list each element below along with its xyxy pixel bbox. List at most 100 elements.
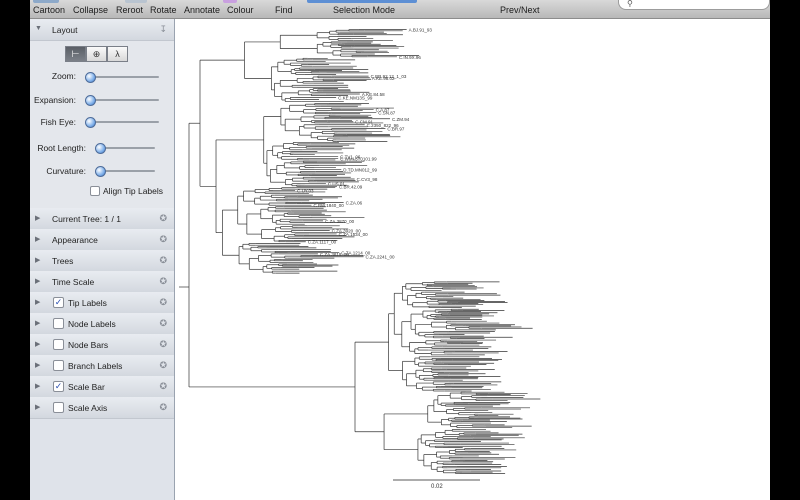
panel-label: Trees bbox=[52, 256, 74, 266]
branch-labels-panel[interactable]: ▶ Branch Labels ✪ bbox=[30, 355, 174, 377]
tip-label[interactable]: C.CV3_98 bbox=[357, 177, 378, 182]
annotate-button[interactable]: Annotate bbox=[184, 5, 220, 15]
selection-mode-segment[interactable] bbox=[307, 0, 417, 3]
tip-label[interactable]: C.WMI.5T0101.99 bbox=[340, 157, 377, 162]
app-window: Cartoon Collapse Reroot Rotate Annotate … bbox=[0, 0, 800, 500]
reroot-button[interactable]: Reroot bbox=[116, 5, 143, 15]
tip-label[interactable]: C.ZA.1534_00 bbox=[339, 232, 369, 237]
slider-knob[interactable] bbox=[85, 95, 96, 106]
layout-panel-header[interactable]: ▼ Layout ↧ bbox=[30, 19, 174, 41]
pin-icon[interactable]: ✪ bbox=[159, 234, 167, 245]
disclosure-closed-icon[interactable]: ▶ bbox=[35, 382, 40, 390]
tip-label[interactable]: C.ZA.06 bbox=[346, 200, 363, 205]
tip-label[interactable]: C.ZA.3819_00 bbox=[320, 252, 350, 257]
sidebar: ▼ Layout ↧ ⊢ ⊕ λ Zoom: Expansion: Fish E… bbox=[30, 19, 175, 500]
expansion-label: Expansion: bbox=[33, 95, 76, 105]
disclosure-closed-icon[interactable]: ▶ bbox=[35, 319, 40, 327]
disclosure-closed-icon[interactable]: ▶ bbox=[35, 256, 40, 264]
node-bars-panel[interactable]: ▶ Node Bars ✪ bbox=[30, 334, 174, 356]
tip-label[interactable]: C.UY.03 bbox=[297, 189, 314, 194]
current-tree-panel[interactable]: ▶ Current Tree: 1 / 1 ✪ bbox=[30, 208, 174, 230]
tip-labels-checkbox[interactable]: ✓ bbox=[53, 297, 64, 308]
tip-label[interactable]: C.ZA.3870_00 bbox=[325, 219, 355, 224]
pin-icon[interactable]: ✪ bbox=[159, 255, 167, 266]
pin-icon[interactable]: ✪ bbox=[159, 297, 167, 308]
align-tip-labels-checkbox[interactable] bbox=[90, 186, 100, 196]
search-field[interactable]: ⚲ bbox=[618, 0, 770, 10]
scale-axis-checkbox[interactable] bbox=[53, 402, 64, 413]
collapse-button[interactable]: Collapse bbox=[73, 5, 108, 15]
panel-label: Scale Axis bbox=[68, 403, 108, 413]
pin-icon[interactable]: ✪ bbox=[159, 381, 167, 392]
node-labels-checkbox[interactable] bbox=[53, 318, 64, 329]
fish-eye-label: Fish Eye: bbox=[40, 117, 76, 127]
scale-bar-label: 0.02 bbox=[431, 484, 443, 490]
tip-label[interactable]: C.ZA.1117_00 bbox=[308, 240, 337, 245]
cartoon-icon bbox=[33, 0, 59, 3]
fish-eye-slider[interactable] bbox=[85, 117, 159, 128]
scale-bar-checkbox[interactable]: ✓ bbox=[53, 381, 64, 392]
zoom-label: Zoom: bbox=[51, 71, 76, 81]
radial-layout-button[interactable]: λ bbox=[107, 46, 128, 62]
disclosure-closed-icon[interactable]: ▶ bbox=[35, 298, 40, 306]
panel-label: Appearance bbox=[52, 235, 98, 245]
tip-label[interactable]: C.BR.97 bbox=[387, 127, 405, 132]
toolbar: Cartoon Collapse Reroot Rotate Annotate … bbox=[30, 0, 770, 19]
disclosure-closed-icon[interactable]: ▶ bbox=[35, 277, 40, 285]
polar-tree-icon: ⊕ bbox=[92, 49, 101, 59]
tip-label[interactable]: A.BJ.91_93 bbox=[409, 28, 433, 33]
pin-icon[interactable]: ↧ bbox=[159, 24, 167, 35]
pin-icon[interactable]: ✪ bbox=[159, 339, 167, 350]
pin-icon[interactable]: ✪ bbox=[159, 360, 167, 371]
layout-panel-body: ⊢ ⊕ λ Zoom: Expansion: Fish Eye: Root Le… bbox=[30, 41, 174, 209]
pin-icon[interactable]: ✪ bbox=[159, 276, 167, 287]
tip-label[interactable]: D.TD.MN012_99 bbox=[343, 167, 377, 172]
panel-label: Tip Labels bbox=[68, 298, 107, 308]
disclosure-closed-icon[interactable]: ▶ bbox=[35, 403, 40, 411]
disclosure-closed-icon[interactable]: ▶ bbox=[35, 340, 40, 348]
pin-icon[interactable]: ✪ bbox=[159, 402, 167, 413]
expansion-slider[interactable] bbox=[85, 95, 159, 106]
tip-label[interactable]: C.BW.1840_00 bbox=[313, 203, 344, 208]
root-length-slider[interactable] bbox=[95, 143, 155, 154]
slider-knob[interactable] bbox=[95, 166, 106, 177]
tip-label[interactable]: C.BR.42.09 bbox=[339, 184, 363, 189]
cartoon-button[interactable]: Cartoon bbox=[33, 5, 65, 15]
rectangular-layout-button[interactable]: ⊢ bbox=[65, 46, 86, 62]
slider-knob[interactable] bbox=[85, 117, 96, 128]
tip-label[interactable]: C.IN.9X.96 bbox=[399, 55, 422, 60]
tip-label[interactable]: C.ZA.2241_00 bbox=[366, 255, 396, 260]
tip-label[interactable]: C.KE.NM13S_99 bbox=[338, 95, 373, 100]
reroot-icon bbox=[125, 0, 147, 3]
panel-label: Current Tree: 1 / 1 bbox=[52, 214, 121, 224]
tree-canvas[interactable]: A.BJ.91_93 C.IN.9X.96 C.BR.92.12_1_03 A.KE.… bbox=[175, 19, 770, 500]
tip-labels-panel[interactable]: ▶ ✓ Tip Labels ✪ bbox=[30, 292, 174, 314]
appearance-panel[interactable]: ▶ Appearance ✪ bbox=[30, 229, 174, 251]
disclosure-open-icon[interactable]: ▼ bbox=[35, 25, 42, 32]
colour-button[interactable]: Colour bbox=[227, 5, 254, 15]
branch-labels-checkbox[interactable] bbox=[53, 360, 64, 371]
pin-icon[interactable]: ✪ bbox=[159, 213, 167, 224]
tip-label[interactable]: C.ZM.94 bbox=[392, 117, 410, 122]
time-scale-panel[interactable]: ▶ Time Scale ✪ bbox=[30, 271, 174, 293]
disclosure-closed-icon[interactable]: ▶ bbox=[35, 214, 40, 222]
trees-panel[interactable]: ▶ Trees ✪ bbox=[30, 250, 174, 272]
curvature-slider[interactable] bbox=[95, 166, 155, 177]
zoom-slider[interactable] bbox=[85, 72, 159, 83]
find-button[interactable]: Find bbox=[275, 5, 293, 15]
slider-knob[interactable] bbox=[85, 72, 96, 83]
pin-icon[interactable]: ✪ bbox=[159, 318, 167, 329]
polar-layout-button[interactable]: ⊕ bbox=[86, 46, 107, 62]
rotate-button[interactable]: Rotate bbox=[150, 5, 177, 15]
scale-bar-panel[interactable]: ▶ ✓ Scale Bar ✪ bbox=[30, 376, 174, 398]
disclosure-closed-icon[interactable]: ▶ bbox=[35, 235, 40, 243]
scale-axis-panel[interactable]: ▶ Scale Axis ✪ bbox=[30, 397, 174, 419]
prev-next-label[interactable]: Prev/Next bbox=[500, 5, 540, 15]
node-labels-panel[interactable]: ▶ Node Labels ✪ bbox=[30, 313, 174, 335]
tip-label[interactable]: C.SN.87 bbox=[378, 110, 396, 115]
tip-label[interactable]: A.KE.98.02 bbox=[372, 76, 395, 81]
disclosure-closed-icon[interactable]: ▶ bbox=[35, 361, 40, 369]
slider-knob[interactable] bbox=[95, 143, 106, 154]
phylogenetic-tree[interactable]: A.BJ.91_93C.IN.9X.96C.BR.92.12_1_03A.KE.… bbox=[175, 19, 770, 500]
node-bars-checkbox[interactable] bbox=[53, 339, 64, 350]
